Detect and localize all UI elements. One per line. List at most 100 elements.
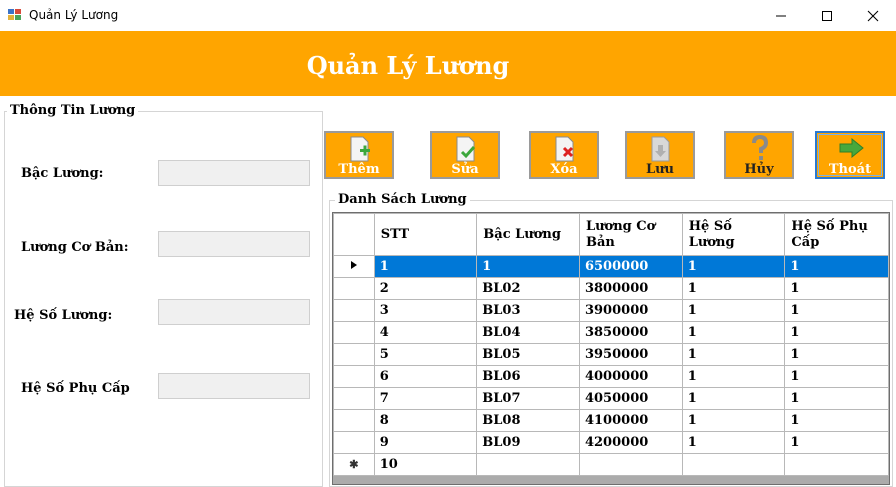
stt-cell[interactable]: 3 [373,299,478,322]
cancel-button[interactable]: Hủy [724,131,794,179]
column-header-luong-co-ban[interactable]: Lương Cơ Bản [578,213,683,256]
save-download-icon [651,136,670,162]
he-so-phu-cap-cell[interactable]: 1 [784,343,889,366]
he-so-phu-cap-cell[interactable]: 1 [784,431,889,454]
row-header[interactable] [333,431,375,454]
bac-luong-cell[interactable]: BL02 [476,277,580,300]
he-so-phu-cap-cell[interactable]: 1 [784,321,889,344]
luong-co-ban-cell[interactable] [578,453,683,476]
table-row[interactable]: 2 BL02 3800000 1 1 [333,277,889,300]
he-so-luong-cell[interactable]: 1 [681,431,786,454]
table-row[interactable]: 1 1 6500000 1 1 [333,255,889,278]
salary-data-grid[interactable]: STT Bậc Lương Lương Cơ Bản Hệ Số Lương H… [332,212,890,485]
luong-co-ban-cell[interactable]: 6500000 [578,255,683,278]
luong-co-ban-cell[interactable]: 3850000 [578,321,683,344]
header-banner: Quản Lý Lương [0,31,896,96]
row-header[interactable] [333,365,375,388]
stt-cell[interactable]: 9 [373,431,478,454]
he-so-phu-cap-cell[interactable]: 1 [784,387,889,410]
he-so-luong-cell[interactable]: 1 [681,277,786,300]
close-icon [867,10,879,22]
he-so-phu-cap-cell[interactable] [784,453,889,476]
table-row[interactable]: 5 BL05 3950000 1 1 [333,343,889,366]
row-header[interactable] [333,343,375,366]
row-header[interactable] [333,387,375,410]
add-button-label: Thêm [338,162,380,177]
stt-cell[interactable]: 1 [373,255,478,278]
bac-luong-cell[interactable]: BL09 [476,431,580,454]
luong-co-ban-cell[interactable]: 3800000 [578,277,683,300]
bac-luong-cell[interactable]: BL08 [476,409,580,432]
column-header-stt[interactable]: STT [373,213,478,256]
luong-co-ban-cell[interactable]: 3950000 [578,343,683,366]
he-so-luong-cell[interactable] [681,453,786,476]
table-row[interactable]: 3 BL03 3900000 1 1 [333,299,889,322]
table-row[interactable]: 6 BL06 4000000 1 1 [333,365,889,388]
he-so-phu-cap-cell[interactable]: 1 [784,255,889,278]
table-row[interactable]: 7 BL07 4050000 1 1 [333,387,889,410]
he-so-luong-input[interactable] [158,299,310,325]
table-row[interactable]: 8 BL08 4100000 1 1 [333,409,889,432]
cancel-button-label: Hủy [744,162,774,177]
edit-button[interactable]: Sửa [430,131,500,179]
he-so-luong-cell[interactable]: 1 [681,299,786,322]
row-header[interactable] [333,409,375,432]
new-row[interactable]: ✱ 10 [333,453,889,476]
he-so-luong-cell[interactable]: 1 [681,321,786,344]
bac-luong-cell[interactable]: BL05 [476,343,580,366]
maximize-icon [822,11,832,21]
he-so-luong-cell[interactable]: 1 [681,343,786,366]
save-button-label: Lưu [645,162,675,177]
stt-cell[interactable]: 2 [373,277,478,300]
column-header-bac-luong[interactable]: Bậc Lương [476,213,580,256]
stt-cell[interactable]: 7 [373,387,478,410]
row-header[interactable] [333,299,375,322]
luong-co-ban-cell[interactable]: 4200000 [578,431,683,454]
column-header-he-so-luong[interactable]: Hệ Số Lương [681,213,786,256]
luong-co-ban-cell[interactable]: 3900000 [578,299,683,322]
close-button[interactable] [850,0,896,31]
he-so-phu-cap-input[interactable] [158,373,310,399]
he-so-phu-cap-cell[interactable]: 1 [784,409,889,432]
he-so-phu-cap-cell[interactable]: 1 [784,299,889,322]
save-button[interactable]: Lưu [625,131,695,179]
question-mark-icon [752,135,769,160]
table-row[interactable]: 9 BL09 4200000 1 1 [333,431,889,454]
salary-table: STT Bậc Lương Lương Cơ Bản Hệ Số Lương H… [333,213,889,476]
luong-co-ban-cell[interactable]: 4100000 [578,409,683,432]
he-so-luong-cell[interactable]: 1 [681,409,786,432]
column-header-he-so-phu-cap[interactable]: Hệ Số Phụ Cấp [784,213,889,256]
stt-cell[interactable]: 4 [373,321,478,344]
stt-cell[interactable]: 10 [373,453,478,476]
row-header[interactable] [333,321,375,344]
bac-luong-cell[interactable]: BL07 [476,387,580,410]
exit-button[interactable]: Thoát [815,131,885,179]
he-so-luong-cell[interactable]: 1 [681,365,786,388]
bac-luong-cell[interactable]: BL04 [476,321,580,344]
he-so-luong-cell[interactable]: 1 [681,387,786,410]
minimize-button[interactable] [758,0,804,31]
maximize-button[interactable] [804,0,850,31]
stt-cell[interactable]: 6 [373,365,478,388]
bac-luong-cell[interactable]: BL06 [476,365,580,388]
document-add-icon [350,136,370,162]
luong-co-ban-input[interactable] [158,231,310,257]
stt-cell[interactable]: 5 [373,343,478,366]
bac-luong-input[interactable] [158,160,310,186]
luong-co-ban-cell[interactable]: 4000000 [578,365,683,388]
bac-luong-cell[interactable]: BL03 [476,299,580,322]
table-header-row: STT Bậc Lương Lương Cơ Bản Hệ Số Lương H… [333,213,889,256]
bac-luong-cell[interactable]: 1 [476,255,580,278]
current-row-icon[interactable] [333,255,375,278]
add-button[interactable]: Thêm [324,131,394,179]
stt-cell[interactable]: 8 [373,409,478,432]
he-so-phu-cap-cell[interactable]: 1 [784,365,889,388]
he-so-luong-cell[interactable]: 1 [681,255,786,278]
row-header[interactable] [333,277,375,300]
table-row[interactable]: 4 BL04 3850000 1 1 [333,321,889,344]
bac-luong-cell[interactable] [476,453,580,476]
luong-co-ban-cell[interactable]: 4050000 [578,387,683,410]
new-row-icon[interactable]: ✱ [333,453,375,476]
delete-button[interactable]: Xóa [529,131,599,179]
he-so-phu-cap-cell[interactable]: 1 [784,277,889,300]
